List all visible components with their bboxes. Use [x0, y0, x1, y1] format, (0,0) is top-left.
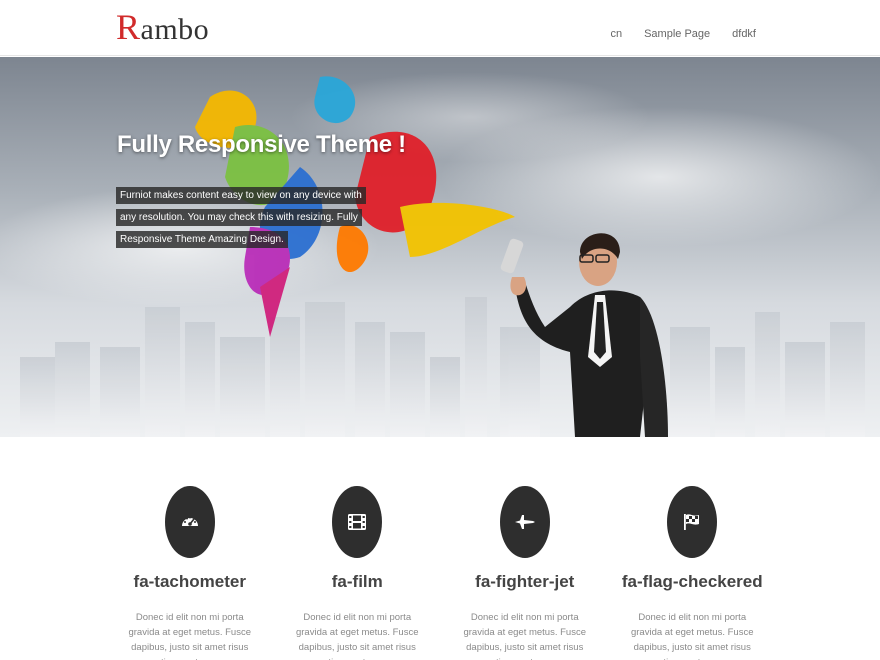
logo-initial: R — [116, 7, 141, 47]
fighter-jet-icon — [514, 515, 535, 529]
feature-icon-circle — [164, 486, 215, 558]
features-section: fa-tachometer Donec id elit non mi porta… — [106, 486, 776, 660]
hero-title: Fully Responsive Theme ! — [117, 131, 406, 158]
nav-item-sample-page[interactable]: Sample Page — [644, 28, 710, 40]
feature-card: fa-tachometer Donec id elit non mi porta… — [106, 486, 274, 660]
site-header: Rambo cn Sample Page dfdkf — [0, 0, 880, 56]
feature-text: Donec id elit non mi porta gravida at eg… — [295, 612, 419, 660]
film-icon — [348, 514, 367, 530]
feature-card: fa-film Donec id elit non mi porta gravi… — [274, 486, 442, 660]
site-logo[interactable]: Rambo — [116, 6, 209, 48]
tachometer-icon — [181, 516, 198, 526]
feature-icon-circle — [499, 486, 550, 558]
feature-title: fa-fighter-jet — [475, 572, 575, 591]
feature-text: Donec id elit non mi porta gravida at eg… — [128, 612, 251, 660]
nav-item-dfdkf[interactable]: dfdkf — [732, 28, 756, 40]
feature-title: fa-flag-checkered — [621, 572, 763, 591]
flag-checkered-icon — [684, 514, 700, 530]
logo-text: ambo — [140, 13, 210, 46]
feature-title: fa-tachometer — [133, 572, 246, 591]
feature-icon-circle — [332, 486, 383, 558]
feature-card: fa-fighter-jet Donec id elit non mi port… — [441, 486, 609, 660]
hero-banner: Fully Responsive Theme ! Furniot makes c… — [0, 57, 880, 437]
feature-icon-circle — [667, 486, 718, 558]
feature-text: Donec id elit non mi porta gravida at eg… — [630, 612, 754, 660]
hero-description: Furniot makes content easy to view on an… — [116, 187, 366, 248]
hero-description-box: Furniot makes content easy to view on an… — [116, 185, 366, 251]
nav-item-cn[interactable]: cn — [610, 28, 622, 40]
feature-text: Donec id elit non mi porta gravida at eg… — [463, 612, 586, 660]
feature-card: fa-flag-checkered Donec id elit non mi p… — [609, 486, 777, 660]
main-nav: cn Sample Page dfdkf — [610, 28, 756, 40]
feature-title: fa-film — [331, 572, 383, 591]
